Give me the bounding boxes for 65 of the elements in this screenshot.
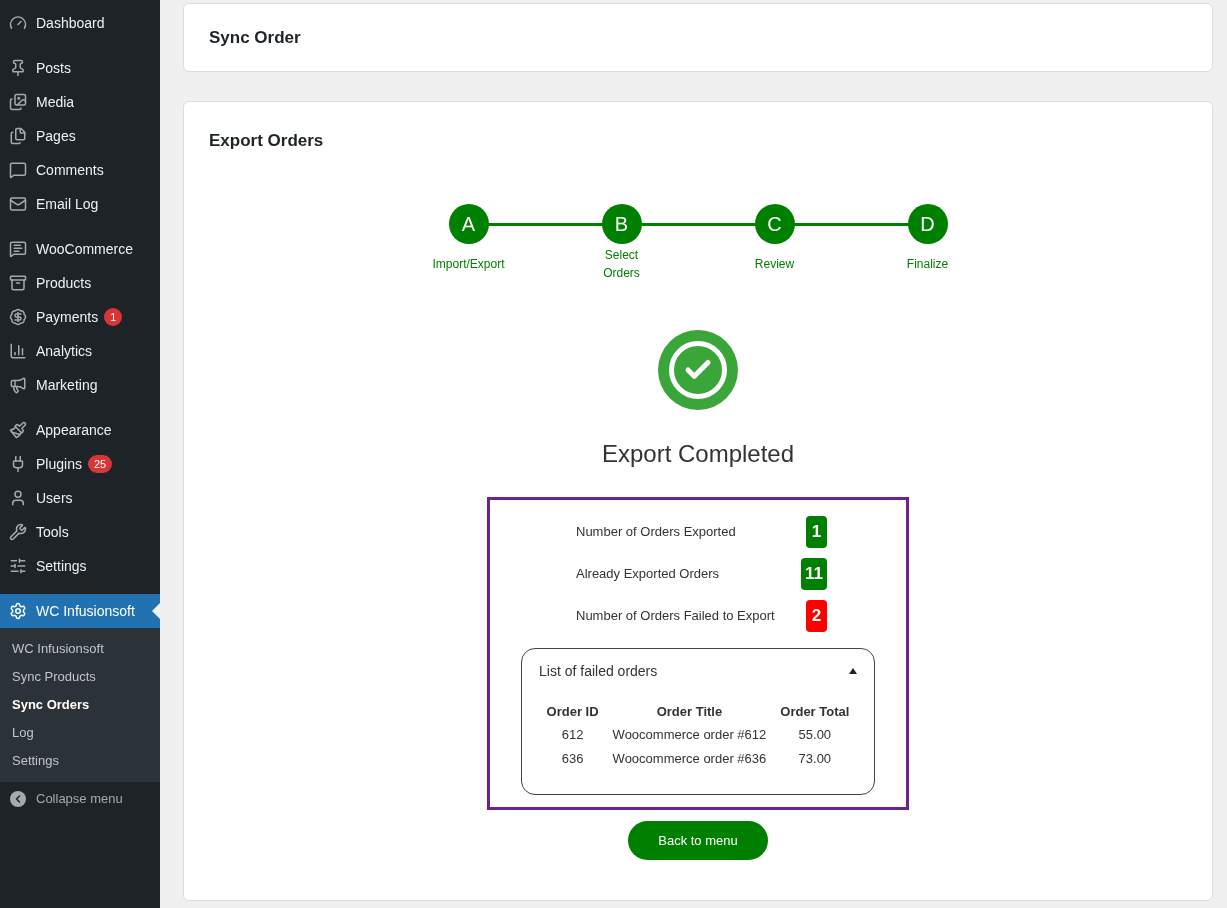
- step-label: Import/Export: [432, 255, 505, 273]
- submenu-item[interactable]: WC Infusionsoft: [0, 635, 160, 663]
- wrench-icon: [8, 522, 28, 542]
- menu-item[interactable]: Tools: [0, 515, 160, 549]
- back-to-menu-button[interactable]: Back to menu: [628, 821, 768, 860]
- collapse-icon: [10, 791, 26, 807]
- table-cell-text: 612: [560, 726, 585, 744]
- paintbrush-icon: [8, 420, 28, 440]
- step-label: Select Orders: [603, 246, 640, 282]
- accordion-header[interactable]: List of failed orders: [539, 660, 857, 682]
- column-header: Order ID: [545, 702, 600, 721]
- count-badge: 2: [806, 599, 827, 632]
- envelope-icon: [8, 194, 28, 214]
- table-cell-text: Woocommerce order #612: [611, 726, 768, 744]
- stat-label: Already Exported Orders: [576, 564, 720, 583]
- stat-label: Number of Orders Exported: [576, 522, 736, 541]
- column-header: Order Title: [655, 702, 724, 721]
- menu-item[interactable]: Users: [0, 481, 160, 515]
- menu-item[interactable]: WooCommerce: [0, 232, 160, 266]
- menu-item[interactable]: Email Log: [0, 187, 160, 221]
- pages-icon: [8, 126, 28, 146]
- menu-item[interactable]: Products: [0, 266, 160, 300]
- megaphone-icon: [8, 375, 28, 395]
- table-cell-text: 55.00: [797, 726, 833, 744]
- count-badge: 1: [104, 308, 123, 326]
- collapse-menu-button[interactable]: Collapse menu: [0, 782, 160, 816]
- box-icon: [8, 273, 28, 293]
- menu-item[interactable]: Posts: [0, 51, 160, 85]
- menu-item[interactable]: Payments 1: [0, 300, 160, 334]
- table-cell-text: Woocommerce order #636: [611, 749, 768, 768]
- stat-label: Number of Orders Failed to Export: [576, 606, 775, 625]
- count-badge: 25: [87, 455, 113, 473]
- submenu-item[interactable]: Sync Products: [0, 663, 160, 691]
- submenu-item[interactable]: Settings: [0, 747, 160, 775]
- media-icon: [8, 92, 28, 112]
- menu-item[interactable]: Appearance: [0, 413, 160, 447]
- submenu-item[interactable]: Log: [0, 719, 160, 747]
- step-label: Finalize: [906, 255, 949, 273]
- table-cell-text: 636: [560, 749, 585, 768]
- submenu-item[interactable]: Sync Orders: [0, 691, 160, 719]
- menu-item-current[interactable]: WC Infusionsoft: [0, 594, 160, 628]
- card-title: Sync Order: [209, 26, 301, 49]
- menu-item[interactable]: Plugins 25: [0, 447, 160, 481]
- current-pointer-icon: [152, 603, 160, 619]
- dollar-icon: [8, 307, 28, 327]
- menu-item[interactable]: Media: [0, 85, 160, 119]
- comment-icon: [8, 160, 28, 180]
- sliders-icon: [8, 556, 28, 576]
- step-label: Review: [754, 255, 795, 273]
- menu-item[interactable]: Analytics: [0, 334, 160, 368]
- bar-chart-icon: [8, 341, 28, 361]
- collapse-triangle-icon: [849, 668, 857, 674]
- status-heading: Export Completed: [601, 438, 795, 469]
- menu-item[interactable]: Dashboard: [0, 6, 160, 40]
- menu-item[interactable]: Pages: [0, 119, 160, 153]
- column-header: Order Total: [779, 702, 851, 721]
- menu-item[interactable]: Settings: [0, 549, 160, 583]
- gear-icon: [8, 601, 28, 621]
- menu-item[interactable]: Marketing: [0, 368, 160, 402]
- speech-bubble-icon: [8, 239, 28, 259]
- count-badge: 11: [801, 557, 827, 590]
- count-badge: 1: [806, 515, 827, 548]
- table-cell-text: 73.00: [797, 749, 833, 768]
- menu-item[interactable]: Comments: [0, 153, 160, 187]
- card-title: Export Orders: [209, 130, 324, 152]
